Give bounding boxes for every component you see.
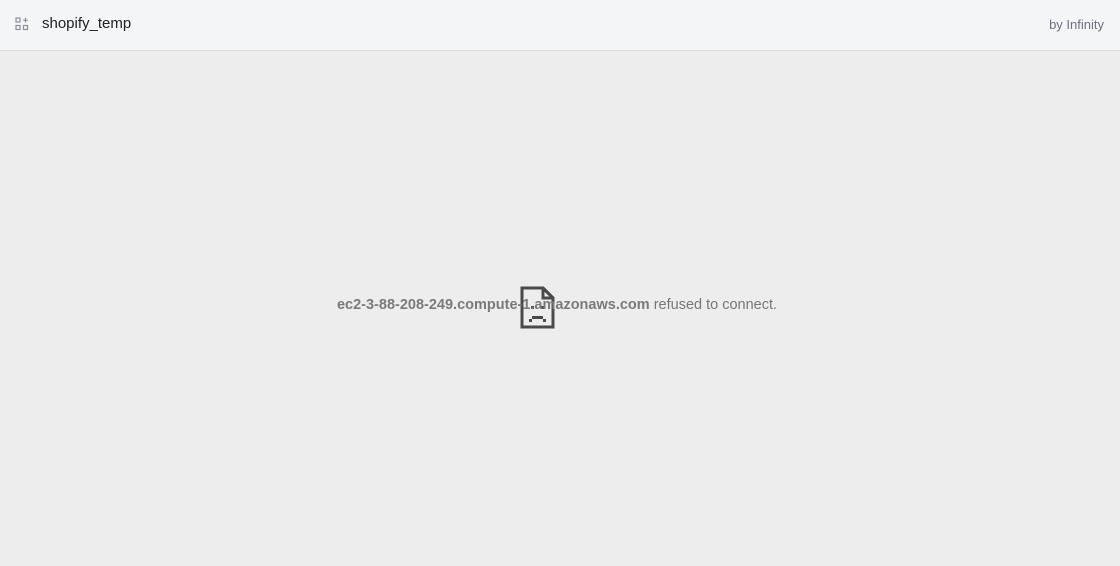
app-title: shopify_temp [42,15,132,32]
error-message: ec2-3-88-208-249.compute-1.amazonaws.com… [0,296,1114,314]
apps-grid-icon[interactable] [15,17,29,31]
error-text: refused to connect. [653,297,778,313]
app-header: shopify_temp by Infinity [0,0,1120,51]
byline[interactable]: by Infinity [1049,17,1104,33]
error-host: ec2-3-88-208-249.compute-1.amazonaws.com [336,297,650,313]
